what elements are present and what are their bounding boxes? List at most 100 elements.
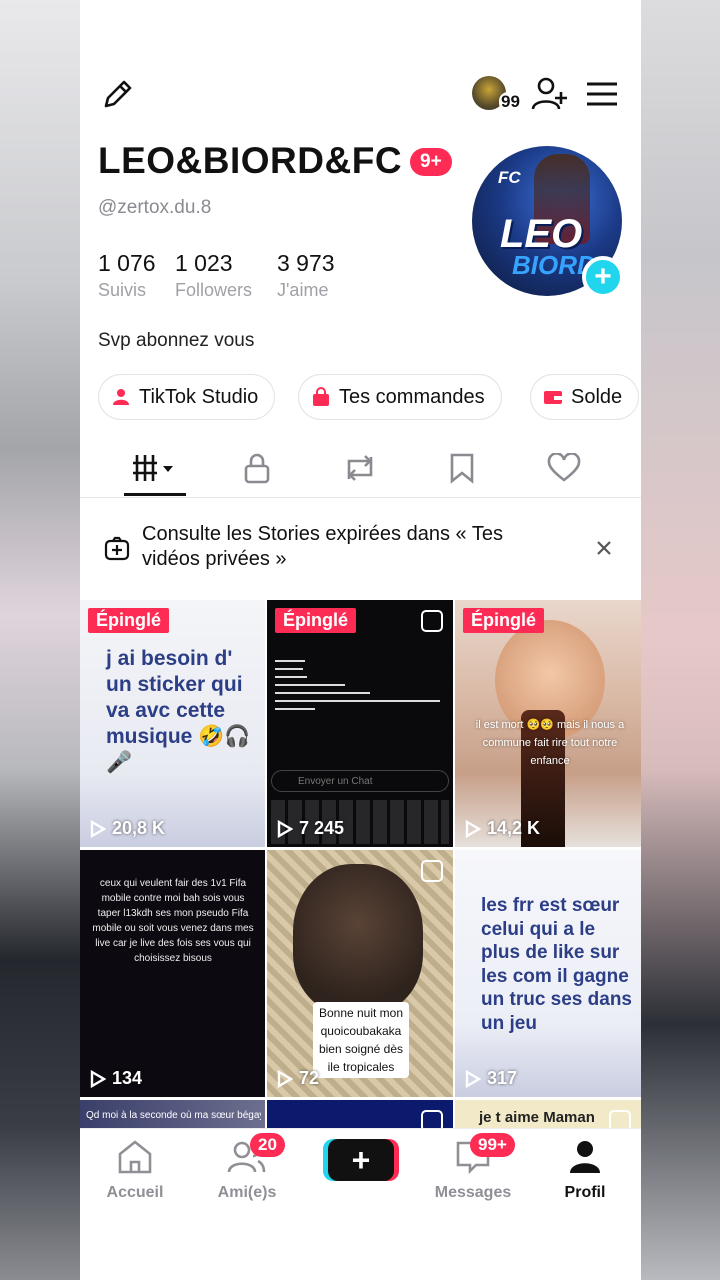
video-caption: ceux qui veulent fair des 1v1 Fifa mobil… (92, 878, 254, 964)
nav-profile[interactable]: Profil (530, 1139, 640, 1202)
multi-photo-icon (421, 1110, 443, 1130)
orders-label: Tes commandes (339, 385, 485, 408)
profile-icon (570, 1141, 600, 1173)
video-tile[interactable]: j ai besoin d' un sticker qui va avc cet… (80, 600, 265, 847)
multi-photo-icon (609, 1110, 631, 1130)
heart-icon (547, 453, 581, 482)
view-count: 7 245 (277, 818, 344, 839)
profile-avatar[interactable]: FC LEO BIORD + (472, 146, 624, 298)
video-tile[interactable]: Qd moi à la seconde où ma sœur bégaye (80, 1100, 265, 1130)
video-caption: Qd moi à la seconde où ma sœur bégaye (86, 1110, 261, 1121)
stat-followers-label: Followers (175, 280, 253, 300)
wallet-icon (544, 391, 562, 404)
video-caption: je t aime Maman (479, 1109, 595, 1126)
view-count-value: 7 245 (299, 818, 345, 838)
multi-photo-icon (421, 610, 443, 632)
close-icon[interactable] (596, 540, 612, 556)
view-count: 72 (277, 1068, 319, 1089)
bottom-navigation: Accueil Ami(e)s 20 + Messages 99+ Profil (80, 1128, 641, 1280)
add-friend-icon[interactable] (530, 74, 570, 114)
bookmark-icon (450, 453, 474, 484)
username-handle: @zertox.du.8 (98, 197, 212, 218)
active-tab-indicator (124, 493, 186, 496)
view-count-value: 134 (112, 1068, 143, 1088)
video-tile[interactable]: ceux qui veulent fair des 1v1 Fifa mobil… (80, 850, 265, 1097)
stat-following-label: Suivis (98, 280, 147, 300)
video-caption: les frr est sœur celui qui a le plus de … (481, 895, 632, 1034)
video-tile[interactable]: les frr est sœur celui qui a le plus de … (455, 850, 641, 1097)
nav-home-label: Accueil (106, 1184, 164, 1201)
video-tile[interactable] (267, 1100, 453, 1130)
view-count: 14,2 K (465, 818, 540, 839)
tab-reposts[interactable] (320, 440, 400, 496)
play-icon (465, 819, 481, 838)
tab-videos[interactable] (114, 440, 194, 496)
pinned-badge: Épinglé (88, 608, 170, 633)
lock-icon (244, 453, 270, 484)
view-count: 134 (90, 1068, 142, 1089)
chat-lines (275, 654, 445, 754)
view-count-value: 72 (299, 1068, 320, 1088)
notification-badge[interactable]: 9+ (410, 148, 452, 176)
nav-friends[interactable]: Ami(e)s (192, 1139, 302, 1202)
tab-liked[interactable] (524, 440, 604, 496)
add-story-plus-icon[interactable]: + (582, 256, 624, 298)
stat-likes-value: 3 973 (277, 250, 335, 276)
blurred-background-left (0, 0, 80, 1280)
video-caption: il est mort 🥺🥺 mais il nous a commune fa… (475, 719, 625, 767)
stat-followers-value: 1 023 (175, 250, 233, 276)
display-name: LEO&BIORD&FC (98, 140, 403, 181)
avatar-fc-text: FC (498, 168, 521, 187)
profile-tabs (80, 440, 641, 498)
shop-icon (313, 387, 329, 406)
header-avatar-count[interactable]: 99 (472, 74, 522, 114)
chat-input-mock: Envoyer un Chat (271, 770, 449, 792)
edit-pencil-icon[interactable] (98, 74, 138, 114)
tiktok-profile-screen: 99 LEO&BIORD&FC 9+ @zertox.du.8 1 076 Su… (80, 0, 641, 1280)
orders-button[interactable]: Tes commandes (298, 374, 502, 420)
stat-likes-label: J'aime (277, 280, 329, 300)
videos-grid-icon (133, 455, 173, 481)
view-count: 20,8 K (90, 818, 165, 839)
studio-icon (113, 389, 129, 405)
play-icon (277, 1069, 293, 1088)
tiktok-studio-label: TikTok Studio (139, 385, 259, 408)
stat-followers[interactable]: 1 023 Followers (175, 250, 252, 301)
nav-friends-label: Ami(e)s (217, 1184, 277, 1201)
view-count-value: 20,8 K (112, 818, 166, 838)
nav-profile-label: Profil (564, 1184, 606, 1201)
repost-icon (347, 455, 373, 481)
stat-likes[interactable]: 3 973 J'aime (277, 250, 335, 301)
messages-badge: 99+ (470, 1133, 515, 1157)
profile-bio: Svp abonnez vous (98, 330, 255, 351)
view-count-value: 14,2 K (487, 818, 541, 838)
video-tile[interactable]: il est mort 🥺🥺 mais il nous a commune fa… (455, 600, 641, 847)
pinned-badge: Épinglé (275, 608, 357, 633)
home-icon (118, 1140, 152, 1174)
balance-label: Solde (571, 385, 623, 408)
tab-favorites[interactable] (422, 440, 502, 496)
view-count: 317 (465, 1068, 517, 1089)
balance-button[interactable]: Solde (530, 374, 640, 420)
video-tile[interactable]: je t aime Maman (455, 1100, 641, 1130)
view-count-value: 317 (487, 1068, 518, 1088)
stat-following[interactable]: 1 076 Suivis (98, 250, 156, 301)
pinned-badge: Épinglé (463, 608, 545, 633)
tiktok-studio-button[interactable]: TikTok Studio (98, 374, 276, 420)
video-tile[interactable]: Envoyer un Chat Épinglé 7 245 (267, 600, 453, 847)
tab-private[interactable] (217, 440, 297, 496)
menu-icon[interactable] (582, 74, 622, 114)
create-button[interactable]: + (328, 1139, 394, 1181)
nav-home[interactable]: Accueil (80, 1139, 190, 1202)
expired-stories-notice[interactable]: Consulte les Stories expirées dans « Tes… (80, 506, 641, 592)
nav-messages-label: Messages (434, 1184, 512, 1201)
video-caption: Bonne nuit mon quoicoubakaka bien soigné… (313, 1002, 409, 1078)
play-icon (465, 1069, 481, 1088)
video-tile[interactable]: Bonne nuit mon quoicoubakaka bien soigné… (267, 850, 453, 1097)
multi-photo-icon (421, 860, 443, 882)
mini-avatar-count: 99 (499, 92, 522, 112)
stat-following-value: 1 076 (98, 250, 156, 276)
notice-text: Consulte les Stories expirées dans « Tes… (142, 523, 503, 570)
play-icon (277, 819, 293, 838)
dog-figure (293, 864, 423, 1014)
